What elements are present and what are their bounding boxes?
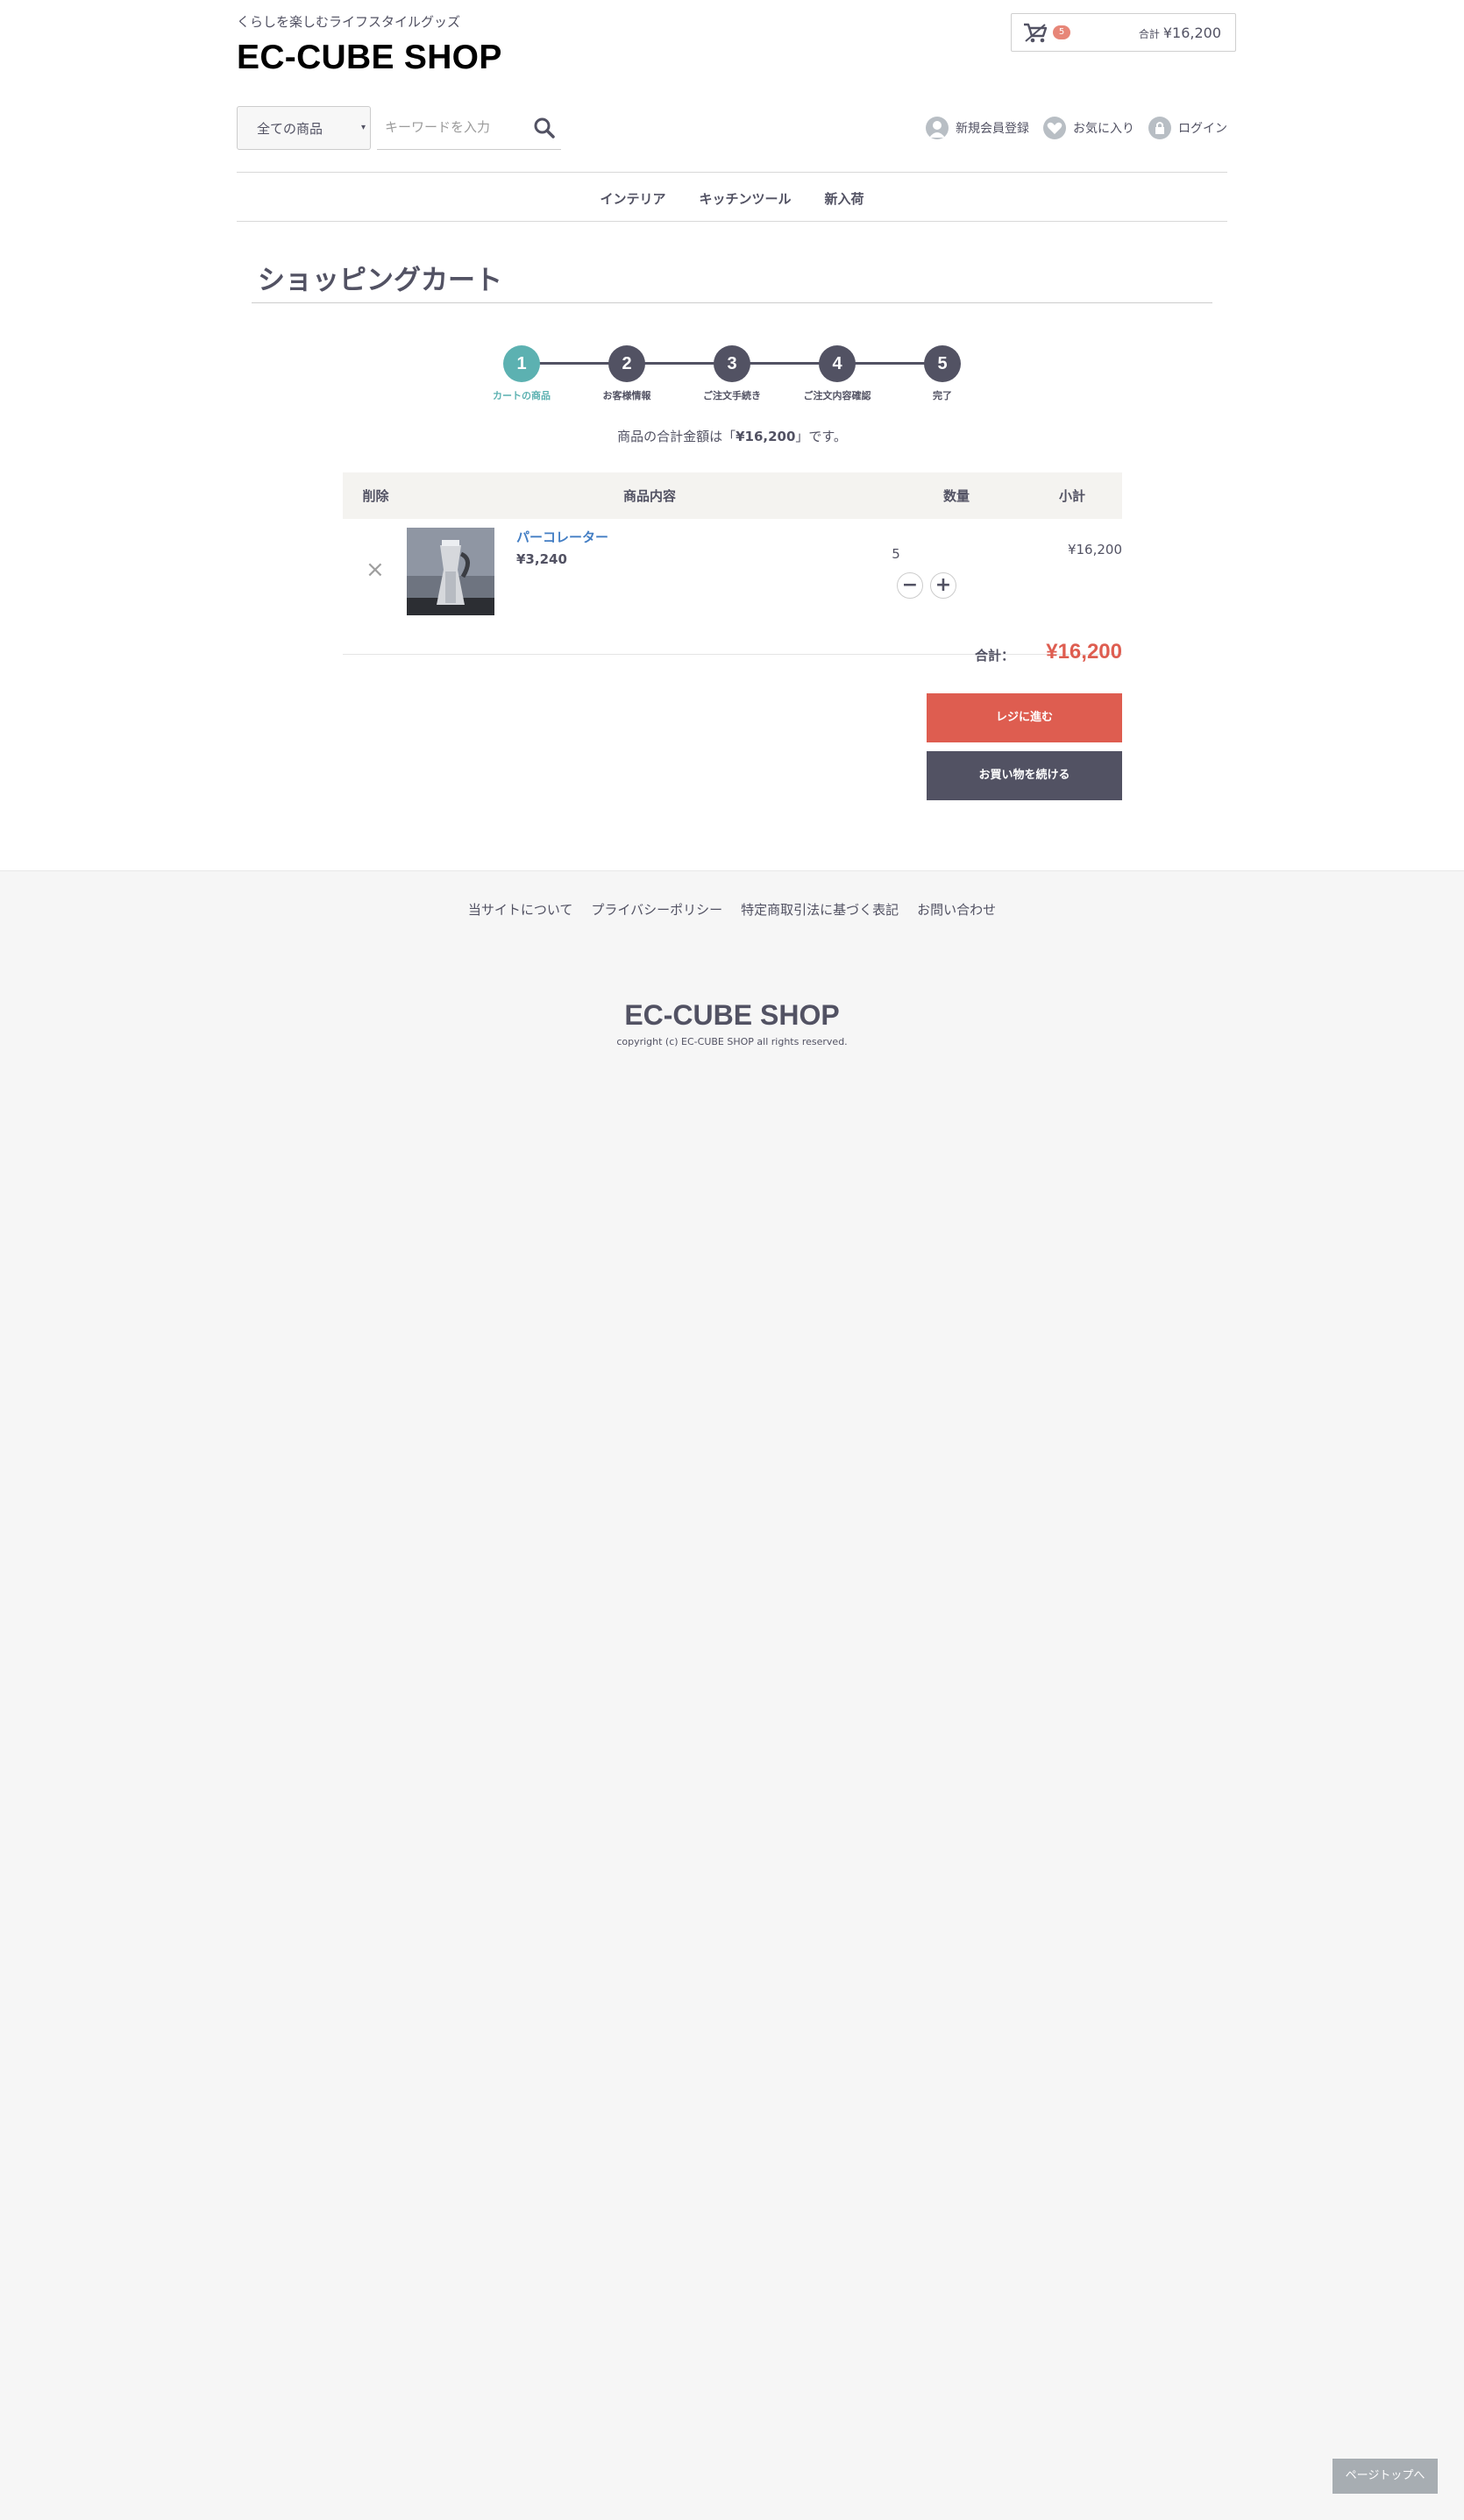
step-label: ご注文内容確認 xyxy=(803,390,871,401)
footer: 当サイトについて プライバシーポリシー 特定商取引法に基づく表記 お問い合わせ … xyxy=(0,870,1464,1077)
chevron-down-icon: ▾ xyxy=(360,123,366,132)
footer-link-contact[interactable]: お問い合わせ xyxy=(917,900,996,919)
quantity-minus-button[interactable]: − xyxy=(897,572,923,599)
checkout-button[interactable]: レジに進む xyxy=(927,693,1122,742)
copyright: copyright (c) EC-CUBE SHOP all rights re… xyxy=(616,1036,848,1047)
lock-icon xyxy=(1148,117,1171,139)
favorites-link[interactable]: お気に入り xyxy=(1043,117,1134,139)
step-5: 5 完了 xyxy=(890,342,995,402)
gnav-item-kitchen[interactable]: キッチンツール xyxy=(699,189,791,208)
step-label: 完了 xyxy=(933,390,952,401)
global-nav: インテリア キッチンツール 新入荷 xyxy=(237,172,1227,222)
step-number: 2 xyxy=(608,345,645,382)
cart-total-label: 合計 xyxy=(1138,28,1160,40)
col-header-subtotal: 小計 xyxy=(1058,488,1085,504)
shop-tagline: くらしを楽しむライフスタイルグッズ xyxy=(237,14,461,30)
step-1: 1 カートの商品 xyxy=(469,342,574,402)
page-title: ショッピングカート xyxy=(252,258,1212,303)
step-3: 3 ご注文手続き xyxy=(679,342,785,402)
cart-table: 削除 商品内容 数量 小計 × パーコレーター ¥3,240 5 − + ¥16… xyxy=(343,472,1122,655)
row-subtotal: ¥16,200 xyxy=(1067,542,1122,557)
login-link[interactable]: ログイン xyxy=(1148,117,1227,139)
step-number: 5 xyxy=(924,345,961,382)
gnav-item-new[interactable]: 新入荷 xyxy=(825,189,864,208)
login-label: ログイン xyxy=(1178,122,1227,136)
step-label: お客様情報 xyxy=(602,390,651,401)
cart-total-amount: ¥16,200 xyxy=(1162,25,1221,41)
cart-sum: 合計： ¥16,200 xyxy=(343,640,1122,668)
category-select[interactable]: 全ての商品 ▾ xyxy=(237,106,371,150)
step-number: 1 xyxy=(503,345,540,382)
cart-icon xyxy=(1024,23,1048,43)
page-top-button[interactable]: ページトップへ xyxy=(1333,2459,1438,2494)
sum-label: 合計： xyxy=(974,648,1014,664)
percolator-image xyxy=(407,528,494,615)
quantity-plus-button[interactable]: + xyxy=(930,572,956,599)
cart-total-note: 商品の合計金額は「¥16,200」です。 xyxy=(0,427,1464,445)
step-4: 4 ご注文内容確認 xyxy=(785,342,890,402)
user-icon xyxy=(926,117,949,139)
gnav-item-interior[interactable]: インテリア xyxy=(600,189,665,208)
util-nav: 新規会員登録 お気に入り ログイン xyxy=(926,117,1227,139)
step-number: 3 xyxy=(714,345,750,382)
col-header-delete: 削除 xyxy=(362,488,389,504)
search-box xyxy=(377,106,561,150)
step-label: ご注文手続き xyxy=(703,390,761,401)
category-select-value: 全ての商品 xyxy=(257,121,323,137)
search-icon[interactable] xyxy=(533,117,556,139)
register-link[interactable]: 新規会員登録 xyxy=(926,117,1029,139)
header-cart[interactable]: 5 合計 ¥16,200 xyxy=(1011,13,1236,52)
shop-logo[interactable]: EC-CUBE SHOP xyxy=(237,39,502,77)
favorites-label: お気に入り xyxy=(1073,122,1134,136)
product-price: ¥3,240 xyxy=(516,551,567,567)
register-label: 新規会員登録 xyxy=(956,122,1029,136)
continue-shopping-button[interactable]: お買い物を続ける xyxy=(927,751,1122,800)
total-note-amount: ¥16,200 xyxy=(736,429,796,444)
footer-link-about[interactable]: 当サイトについて xyxy=(468,900,573,919)
heart-icon xyxy=(1043,117,1066,139)
footer-link-tokushoho[interactable]: 特定商取引法に基づく表記 xyxy=(741,900,899,919)
total-note-pre: 商品の合計金額は「 xyxy=(617,429,736,444)
footer-link-privacy[interactable]: プライバシーポリシー xyxy=(591,900,722,919)
table-row: × パーコレーター ¥3,240 5 − + ¥16,200 xyxy=(343,519,1122,655)
cart-count-badge: 5 xyxy=(1053,25,1070,39)
product-name-link[interactable]: パーコレーター xyxy=(516,528,608,546)
search-input[interactable] xyxy=(377,106,522,148)
col-header-item: 商品内容 xyxy=(622,488,676,504)
cart-table-header: 削除 商品内容 数量 小計 xyxy=(343,472,1122,519)
checkout-steps: 1 カートの商品 2 お客様情報 3 ご注文手続き 4 ご注文内容確認 5 完了 xyxy=(473,342,991,403)
step-2: 2 お客様情報 xyxy=(574,342,679,402)
step-number: 4 xyxy=(819,345,856,382)
quantity-value: 5 xyxy=(892,546,900,562)
col-header-qty: 数量 xyxy=(942,488,970,504)
product-thumbnail[interactable] xyxy=(407,528,494,615)
cart-total: 合計 ¥16,200 xyxy=(1139,25,1221,41)
total-note-post: 」です。 xyxy=(795,429,847,444)
step-label: カートの商品 xyxy=(493,390,551,401)
footer-logo[interactable]: EC-CUBE SHOP xyxy=(0,999,1464,1032)
remove-item-icon[interactable]: × xyxy=(366,558,385,581)
sum-value: ¥16,200 xyxy=(1046,640,1122,664)
